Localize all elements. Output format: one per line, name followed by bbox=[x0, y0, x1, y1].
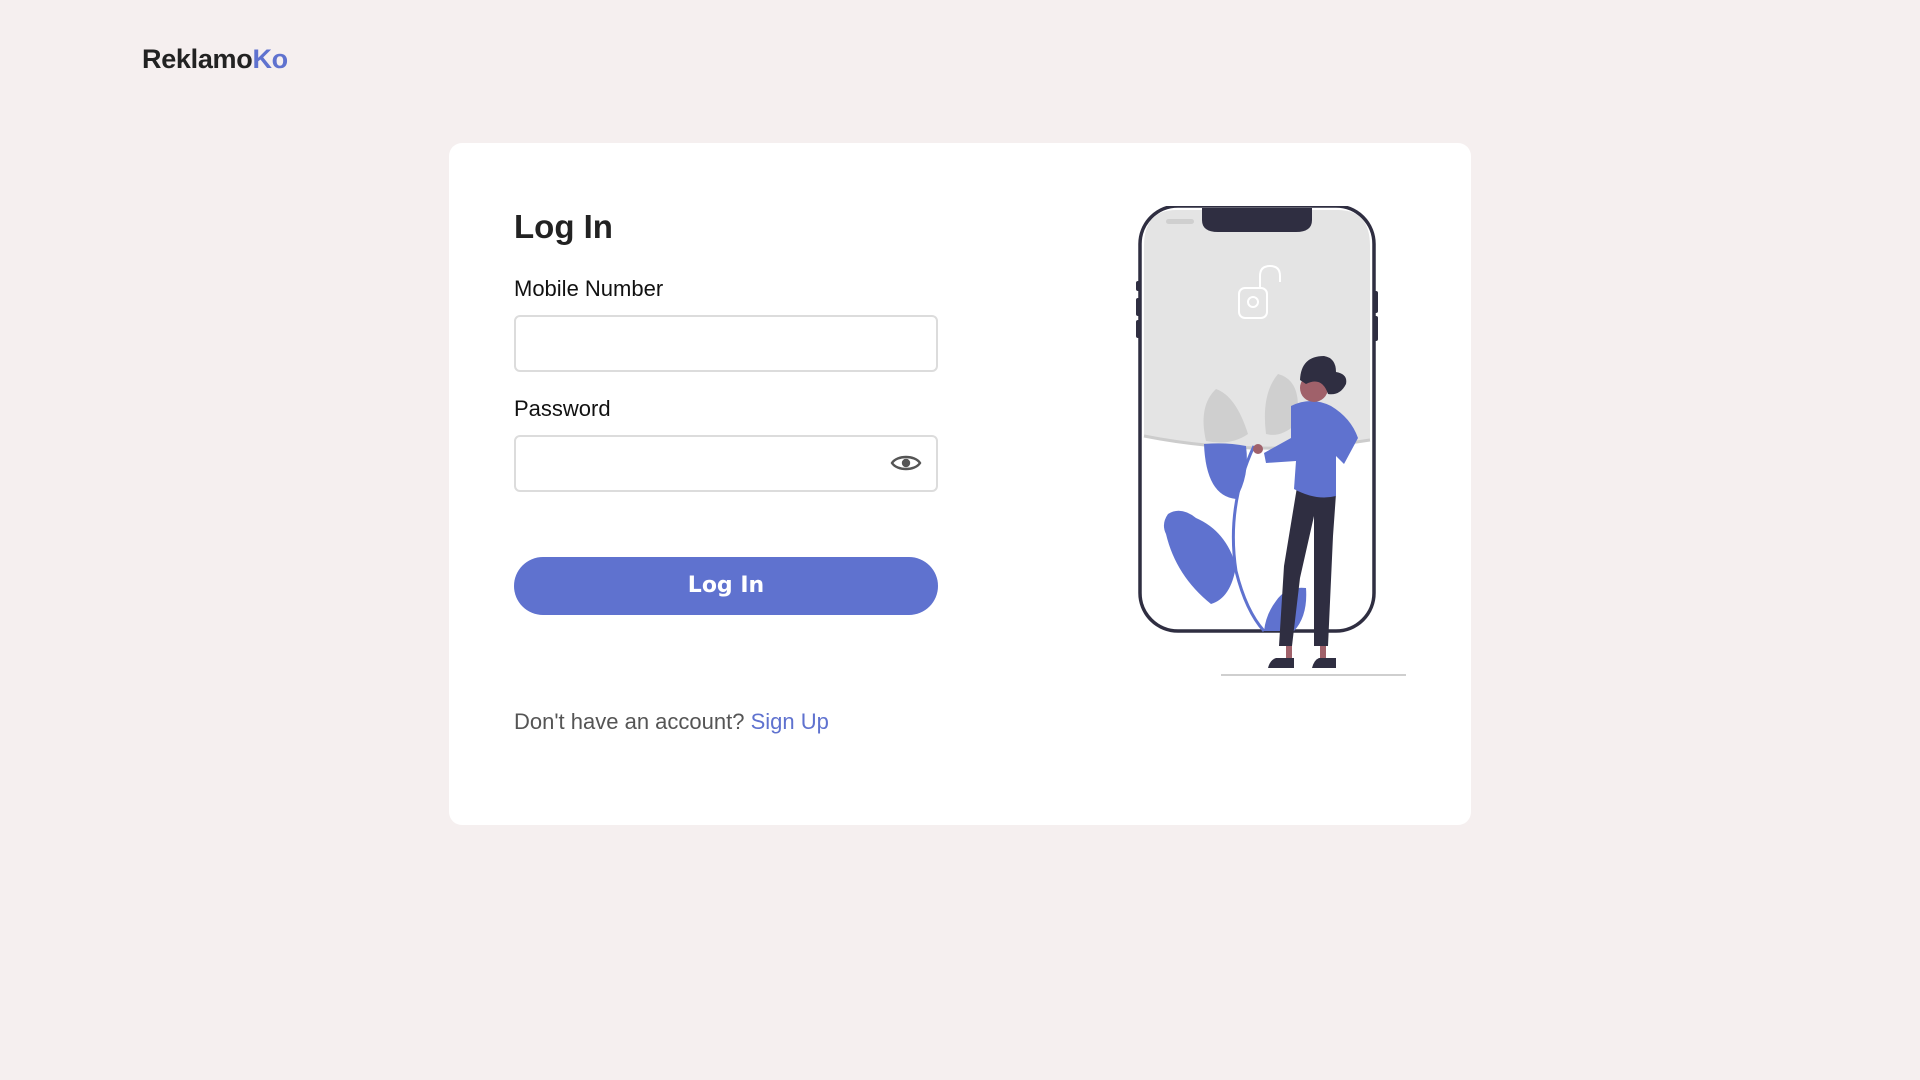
signup-prompt-text: Don't have an account? bbox=[514, 708, 745, 734]
app-logo: ReklamoKo bbox=[142, 44, 288, 75]
logo-text-accent: Ko bbox=[252, 44, 288, 74]
woman-shoe bbox=[1312, 658, 1336, 668]
login-illustration bbox=[1136, 206, 1406, 676]
login-card: Log In Mobile Number Password Log In Don… bbox=[449, 143, 1471, 825]
woman-shoe bbox=[1268, 658, 1294, 668]
woman-hand bbox=[1253, 444, 1263, 454]
signup-prompt: Don't have an account? Sign Up bbox=[514, 709, 938, 735]
mobile-number-input[interactable] bbox=[514, 314, 938, 372]
phone-speaker bbox=[1166, 219, 1194, 224]
page-title: Log In bbox=[514, 208, 613, 245]
mobile-number-label: Mobile Number bbox=[514, 275, 664, 301]
logo-text-main: Reklamo bbox=[142, 44, 253, 74]
phone-notch bbox=[1202, 208, 1312, 232]
login-form: Log In Mobile Number Password Log In Don… bbox=[514, 207, 938, 735]
eye-icon[interactable] bbox=[890, 451, 922, 475]
mobile-number-field-wrap bbox=[514, 314, 938, 372]
signup-link[interactable]: Sign Up bbox=[751, 709, 829, 734]
password-input[interactable] bbox=[514, 434, 938, 492]
login-button[interactable]: Log In bbox=[514, 556, 938, 615]
password-label: Password bbox=[514, 395, 611, 421]
password-field-wrap bbox=[514, 434, 938, 492]
